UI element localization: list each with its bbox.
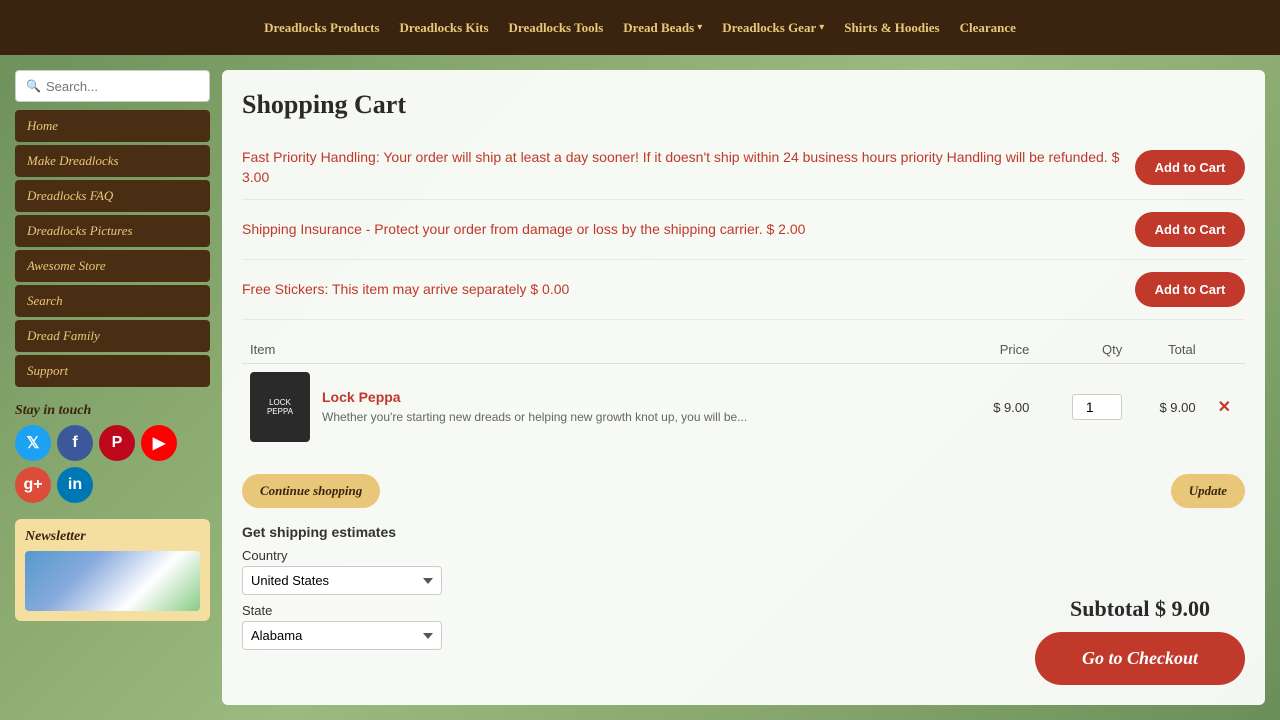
page-title: Shopping Cart <box>242 90 1245 120</box>
newsletter-image <box>25 551 200 611</box>
update-cart-button[interactable]: Update <box>1171 474 1245 508</box>
social-icons: 𝕏 f P ▶ g+ in <box>15 425 210 503</box>
nav-dreadlocks-gear-label: Dreadlocks Gear <box>722 20 816 36</box>
sidebar-menu: Home Make Dreadlocks Dreadlocks FAQ Drea… <box>15 110 210 387</box>
main-layout: 🔍 Home Make Dreadlocks Dreadlocks FAQ Dr… <box>0 55 1280 720</box>
facebook-icon[interactable]: f <box>57 425 93 461</box>
nav-dreadlocks-products[interactable]: Dreadlocks Products <box>264 20 379 36</box>
social-section: Stay in touch 𝕏 f P ▶ g+ in <box>15 403 210 503</box>
cart-actions: Continue shopping Update <box>242 466 1245 508</box>
search-box[interactable]: 🔍 <box>15 70 210 102</box>
nav-dread-beads[interactable]: Dread Beads ▾ <box>623 20 702 36</box>
upsell-item-insurance: Shipping Insurance - Protect your order … <box>242 200 1245 260</box>
sidebar-item-dread-family[interactable]: Dread Family <box>15 320 210 352</box>
subtotal-value: $ 9.00 <box>1155 596 1210 621</box>
sidebar-item-make-dreadlocks[interactable]: Make Dreadlocks <box>15 145 210 177</box>
nav-shirts-hoodies[interactable]: Shirts & Hoodies <box>844 20 939 36</box>
country-label: Country <box>242 548 1245 563</box>
youtube-icon[interactable]: ▶ <box>141 425 177 461</box>
country-select[interactable]: United States Canada United Kingdom <box>242 566 442 595</box>
col-qty: Qty <box>1037 336 1130 364</box>
sidebar: 🔍 Home Make Dreadlocks Dreadlocks FAQ Dr… <box>15 70 210 705</box>
search-input[interactable] <box>46 79 199 94</box>
dread-beads-dropdown-icon: ▾ <box>697 22 702 33</box>
remove-item-button[interactable]: ✕ <box>1218 397 1231 417</box>
continue-shopping-button[interactable]: Continue shopping <box>242 474 380 508</box>
twitter-icon[interactable]: 𝕏 <box>15 425 51 461</box>
nav-clearance[interactable]: Clearance <box>960 20 1016 36</box>
subtotal-label: Subtotal <box>1070 596 1149 621</box>
cart-table: Item Price Qty Total LOCKPEPPA <box>242 336 1245 450</box>
pinterest-icon[interactable]: P <box>99 425 135 461</box>
product-description: Whether you're starting new dreads or he… <box>322 409 747 426</box>
main-content: Shopping Cart Fast Priority Handling: Yo… <box>222 70 1265 705</box>
sidebar-item-home[interactable]: Home <box>15 110 210 142</box>
col-total: Total <box>1130 336 1203 364</box>
nav-dread-beads-label: Dread Beads <box>623 20 694 36</box>
checkout-section: Subtotal $ 9.00 Go to Checkout <box>1035 596 1245 685</box>
add-priority-button[interactable]: Add to Cart <box>1135 150 1245 185</box>
product-image: LOCKPEPPA <box>250 372 310 442</box>
sidebar-item-pictures[interactable]: Dreadlocks Pictures <box>15 215 210 247</box>
subtotal-line: Subtotal $ 9.00 <box>1035 596 1245 622</box>
product-name[interactable]: Lock Peppa <box>322 389 747 405</box>
sidebar-item-faq[interactable]: Dreadlocks FAQ <box>15 180 210 212</box>
nav-dreadlocks-tools[interactable]: Dreadlocks Tools <box>509 20 604 36</box>
social-title: Stay in touch <box>15 403 210 419</box>
shipping-title: Get shipping estimates <box>242 524 1245 540</box>
table-row: LOCKPEPPA Lock Peppa Whether you're star… <box>242 364 1245 451</box>
sidebar-item-store[interactable]: Awesome Store <box>15 250 210 282</box>
upsell-priority-text: Fast Priority Handling: Your order will … <box>242 148 1135 187</box>
col-item: Item <box>242 336 964 364</box>
nav-dreadlocks-kits[interactable]: Dreadlocks Kits <box>400 20 489 36</box>
upsell-item-stickers: Free Stickers: This item may arrive sepa… <box>242 260 1245 320</box>
newsletter-section: Newsletter <box>15 519 210 621</box>
google-icon[interactable]: g+ <box>15 467 51 503</box>
product-cell: LOCKPEPPA Lock Peppa Whether you're star… <box>250 372 956 442</box>
upsell-stickers-text: Free Stickers: This item may arrive sepa… <box>242 280 1135 300</box>
product-price: $ 9.00 <box>964 364 1037 451</box>
checkout-button[interactable]: Go to Checkout <box>1035 632 1245 685</box>
state-select[interactable]: Alabama Alaska Arizona California <box>242 621 442 650</box>
linkedin-icon[interactable]: in <box>57 467 93 503</box>
add-insurance-button[interactable]: Add to Cart <box>1135 212 1245 247</box>
col-price: Price <box>964 336 1037 364</box>
sidebar-item-support[interactable]: Support <box>15 355 210 387</box>
quantity-input[interactable] <box>1072 394 1122 420</box>
add-stickers-button[interactable]: Add to Cart <box>1135 272 1245 307</box>
search-icon: 🔍 <box>26 79 41 93</box>
upsell-insurance-text: Shipping Insurance - Protect your order … <box>242 220 1135 240</box>
sidebar-item-search[interactable]: Search <box>15 285 210 317</box>
top-navigation: Dreadlocks Products Dreadlocks Kits Drea… <box>0 0 1280 55</box>
product-total: $ 9.00 <box>1130 364 1203 451</box>
nav-dreadlocks-gear[interactable]: Dreadlocks Gear ▾ <box>722 20 824 36</box>
dreadlocks-gear-dropdown-icon: ▾ <box>819 22 824 33</box>
country-group: Country United States Canada United King… <box>242 548 1245 595</box>
newsletter-title: Newsletter <box>25 529 200 545</box>
upsell-item-priority: Fast Priority Handling: Your order will … <box>242 136 1245 200</box>
